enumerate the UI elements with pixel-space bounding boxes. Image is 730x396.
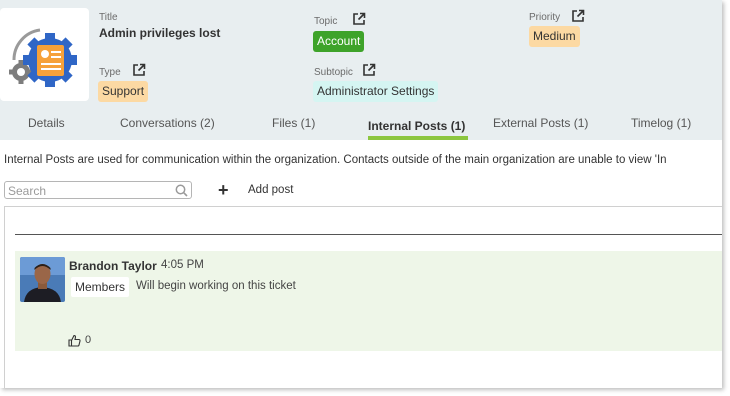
external-link-icon[interactable] [352,12,366,26]
post-audience-badge: Members [71,277,130,297]
ticket-header: Title Admin privileges lost Topic Accoun… [0,0,722,140]
subtopic-label: Subtopic [314,67,353,78]
external-link-icon[interactable] [362,63,376,77]
posts-divider [15,234,722,235]
subtopic-chip: Administrator Settings [313,81,439,102]
post-item: Brandon Taylor 4:05 PM Members Will begi… [15,251,722,351]
search-box [4,181,192,199]
post-text: Will begin working on this ticket [136,280,296,292]
tab-timelog[interactable]: Timelog (1) [631,116,691,130]
internal-posts-info: Internal Posts are used for communicatio… [4,154,667,166]
active-tab-indicator [368,136,468,140]
ticket-logo [0,8,89,101]
post-time: 4:05 PM [161,259,204,271]
add-post-button[interactable]: Add post [248,184,293,196]
tab-bar: Details Conversations (2) Files (1) Inte… [0,110,722,140]
like-count: 0 [85,334,92,346]
post-author: Brandon Taylor [69,259,157,273]
avatar [20,257,65,302]
type-label: Type [99,67,121,78]
external-link-icon[interactable] [571,9,585,23]
tab-external-posts[interactable]: External Posts (1) [493,116,588,130]
tab-files[interactable]: Files (1) [272,116,315,130]
title-label: Title [99,12,118,23]
type-chip: Support [98,81,149,102]
tab-conversations[interactable]: Conversations (2) [120,116,215,130]
ticket-window: Title Admin privileges lost Topic Accoun… [0,0,722,388]
plus-icon[interactable]: + [218,181,229,199]
priority-chip: Medium [529,26,580,47]
tab-internal-posts[interactable]: Internal Posts (1) [368,119,465,133]
gear-document-icon [9,28,77,87]
search-input[interactable] [5,183,168,199]
thumbs-up-icon[interactable] [68,334,81,352]
priority-label: Priority [529,12,561,23]
topic-label: Topic [314,16,338,27]
search-icon[interactable] [175,184,188,202]
external-link-icon[interactable] [132,63,146,77]
tab-details[interactable]: Details [28,116,65,130]
topic-chip: Account [313,31,365,52]
ticket-title: Admin privileges lost [99,26,221,40]
